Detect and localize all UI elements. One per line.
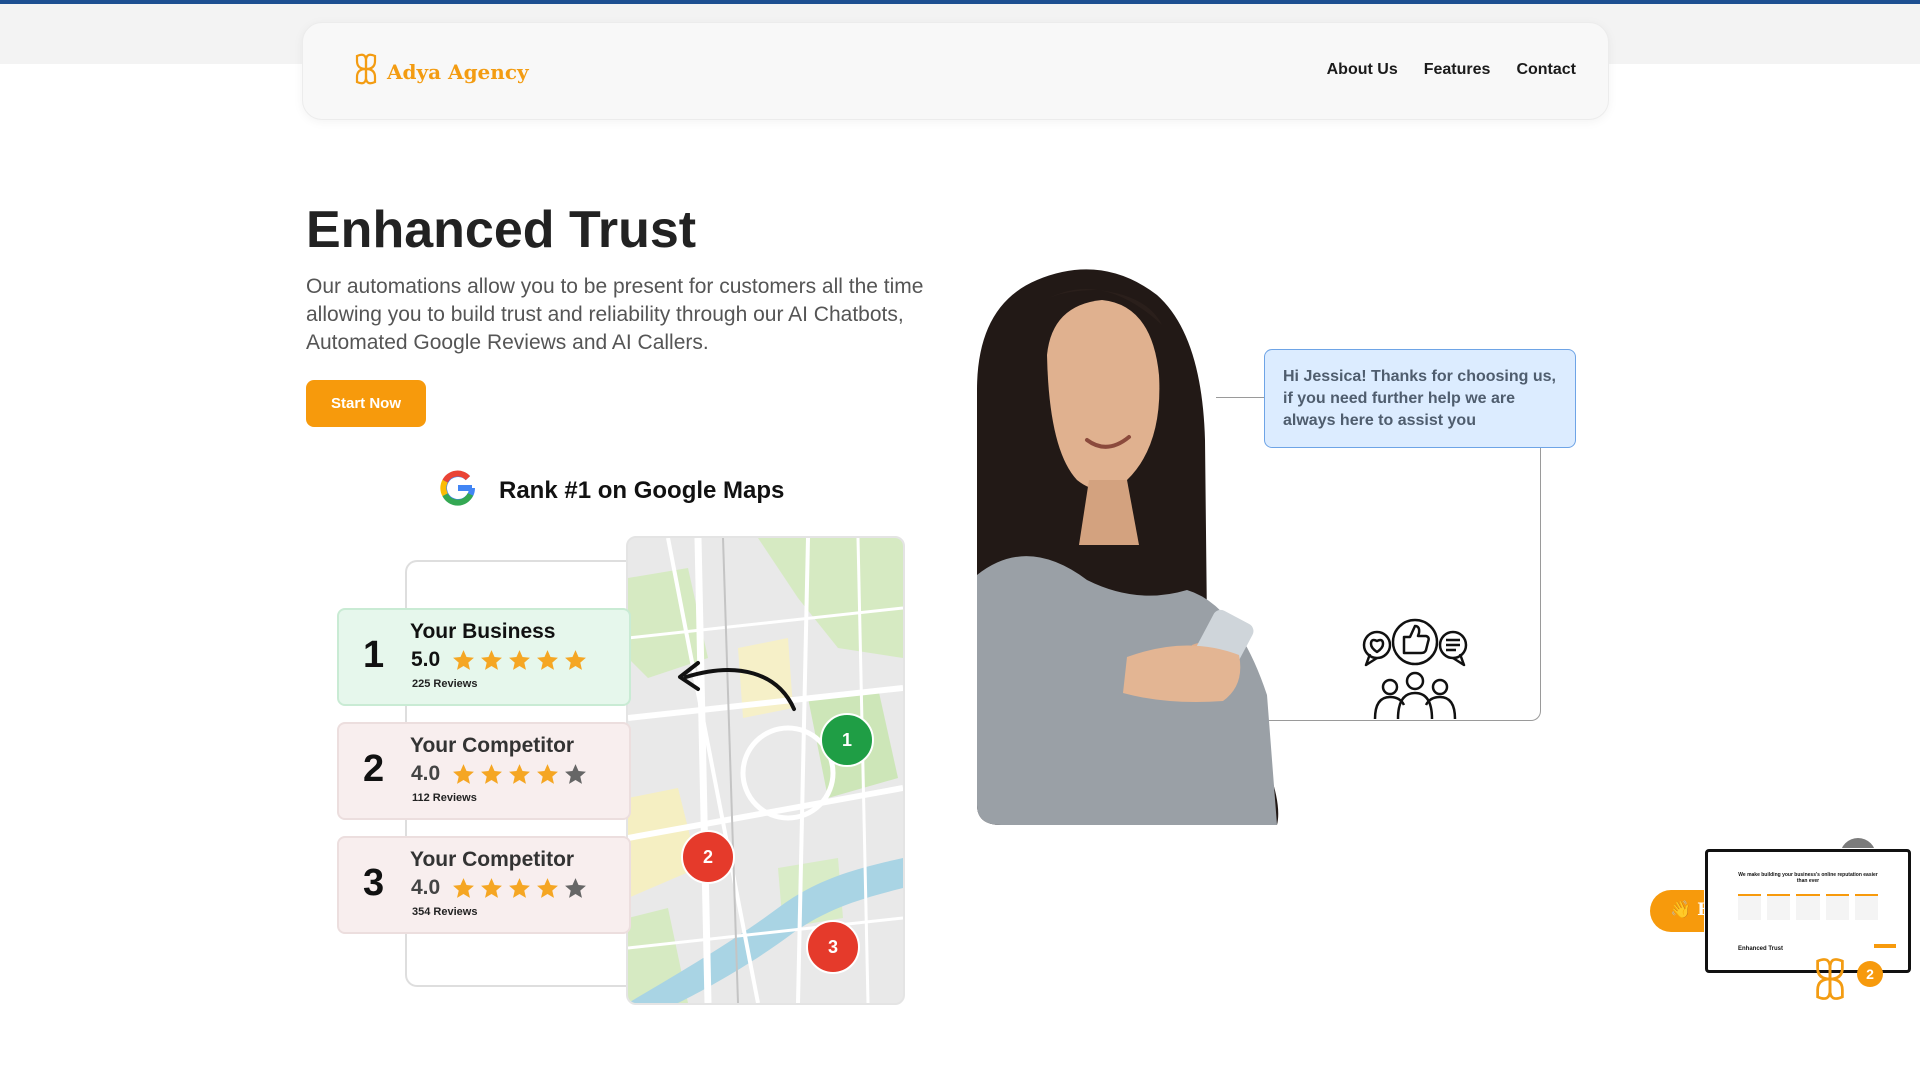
google-maps-badge: Rank #1 on Google Maps xyxy=(437,467,784,514)
rank-card-1: 1 Your Business 5.0 225 Reviews xyxy=(337,608,631,706)
woman-with-phone-photo xyxy=(977,265,1302,825)
preview-section-title: Enhanced Trust xyxy=(1738,946,1784,952)
page-preview-thumbnail[interactable]: We make building your business's online … xyxy=(1705,849,1911,973)
rank-business-name: Your Competitor xyxy=(410,734,575,757)
chat-bubble-text: Hi Jessica! Thanks for choosing us, if y… xyxy=(1283,368,1556,429)
star-icon xyxy=(563,762,588,787)
start-now-button[interactable]: Start Now xyxy=(306,380,426,427)
preview-orange-bar xyxy=(1874,944,1896,948)
preview-feature-columns xyxy=(1738,894,1879,920)
rank-score: 4.0 xyxy=(411,762,441,785)
rank-business-name: Your Competitor xyxy=(410,848,575,871)
nav-link-contact[interactable]: Contact xyxy=(1516,61,1576,79)
star-icon xyxy=(451,876,476,901)
preview-heading: We make building your business's online … xyxy=(1738,872,1878,884)
star-rating xyxy=(451,648,588,673)
nav-link-features[interactable]: Features xyxy=(1424,61,1491,79)
rank-review-count: 354 Reviews xyxy=(412,906,478,918)
rank-card-2: 2 Your Competitor 4.0 112 Reviews xyxy=(337,722,631,820)
google-maps-title: Rank #1 on Google Maps xyxy=(499,476,785,504)
notification-badge: 2 xyxy=(1857,961,1883,987)
star-icon xyxy=(479,876,504,901)
google-map: 1 2 3 xyxy=(626,536,905,1005)
navbar: Adya Agency About Us Features Contact xyxy=(302,22,1609,120)
star-icon xyxy=(535,648,560,673)
google-g-icon xyxy=(437,467,479,514)
hero-title: Enhanced Trust xyxy=(306,201,697,259)
map-illustration xyxy=(628,538,903,1003)
star-icon xyxy=(507,876,532,901)
community-feedback-icon xyxy=(1360,617,1470,726)
adya-launcher-logo-icon[interactable] xyxy=(1812,957,1848,1006)
rank-number: 2 xyxy=(363,748,385,790)
map-pin-3[interactable]: 3 xyxy=(806,920,860,974)
rank-card-3: 3 Your Competitor 4.0 354 Reviews xyxy=(337,836,631,934)
rank-review-count: 112 Reviews xyxy=(412,792,477,804)
rank-business-name: Your Business xyxy=(410,620,556,643)
star-icon xyxy=(479,648,504,673)
nav-links: About Us Features Contact xyxy=(1327,61,1576,79)
star-icon xyxy=(507,648,532,673)
hero-description: Our automations allow you to be present … xyxy=(306,275,924,354)
star-rating xyxy=(451,876,588,901)
nav-link-about-us[interactable]: About Us xyxy=(1327,61,1398,79)
star-icon xyxy=(563,648,588,673)
map-pin-2[interactable]: 2 xyxy=(681,830,735,884)
star-rating xyxy=(451,762,588,787)
star-icon xyxy=(563,876,588,901)
rank-number: 3 xyxy=(363,862,385,904)
brand-name: Adya Agency xyxy=(387,59,529,84)
rank-score: 4.0 xyxy=(411,876,441,899)
brand-logo[interactable]: Adya Agency xyxy=(353,53,529,90)
star-icon xyxy=(535,762,560,787)
star-icon xyxy=(507,762,532,787)
star-icon xyxy=(451,648,476,673)
star-icon xyxy=(535,876,560,901)
star-icon xyxy=(479,762,504,787)
chat-bubble: Hi Jessica! Thanks for choosing us, if y… xyxy=(1264,349,1576,448)
adya-logo-icon xyxy=(353,53,379,90)
rank-score: 5.0 xyxy=(411,648,441,671)
rank-review-count: 225 Reviews xyxy=(412,678,478,690)
star-icon xyxy=(451,762,476,787)
curved-arrow-icon xyxy=(668,653,798,720)
rank-number: 1 xyxy=(363,634,385,676)
map-pin-1[interactable]: 1 xyxy=(820,713,874,767)
